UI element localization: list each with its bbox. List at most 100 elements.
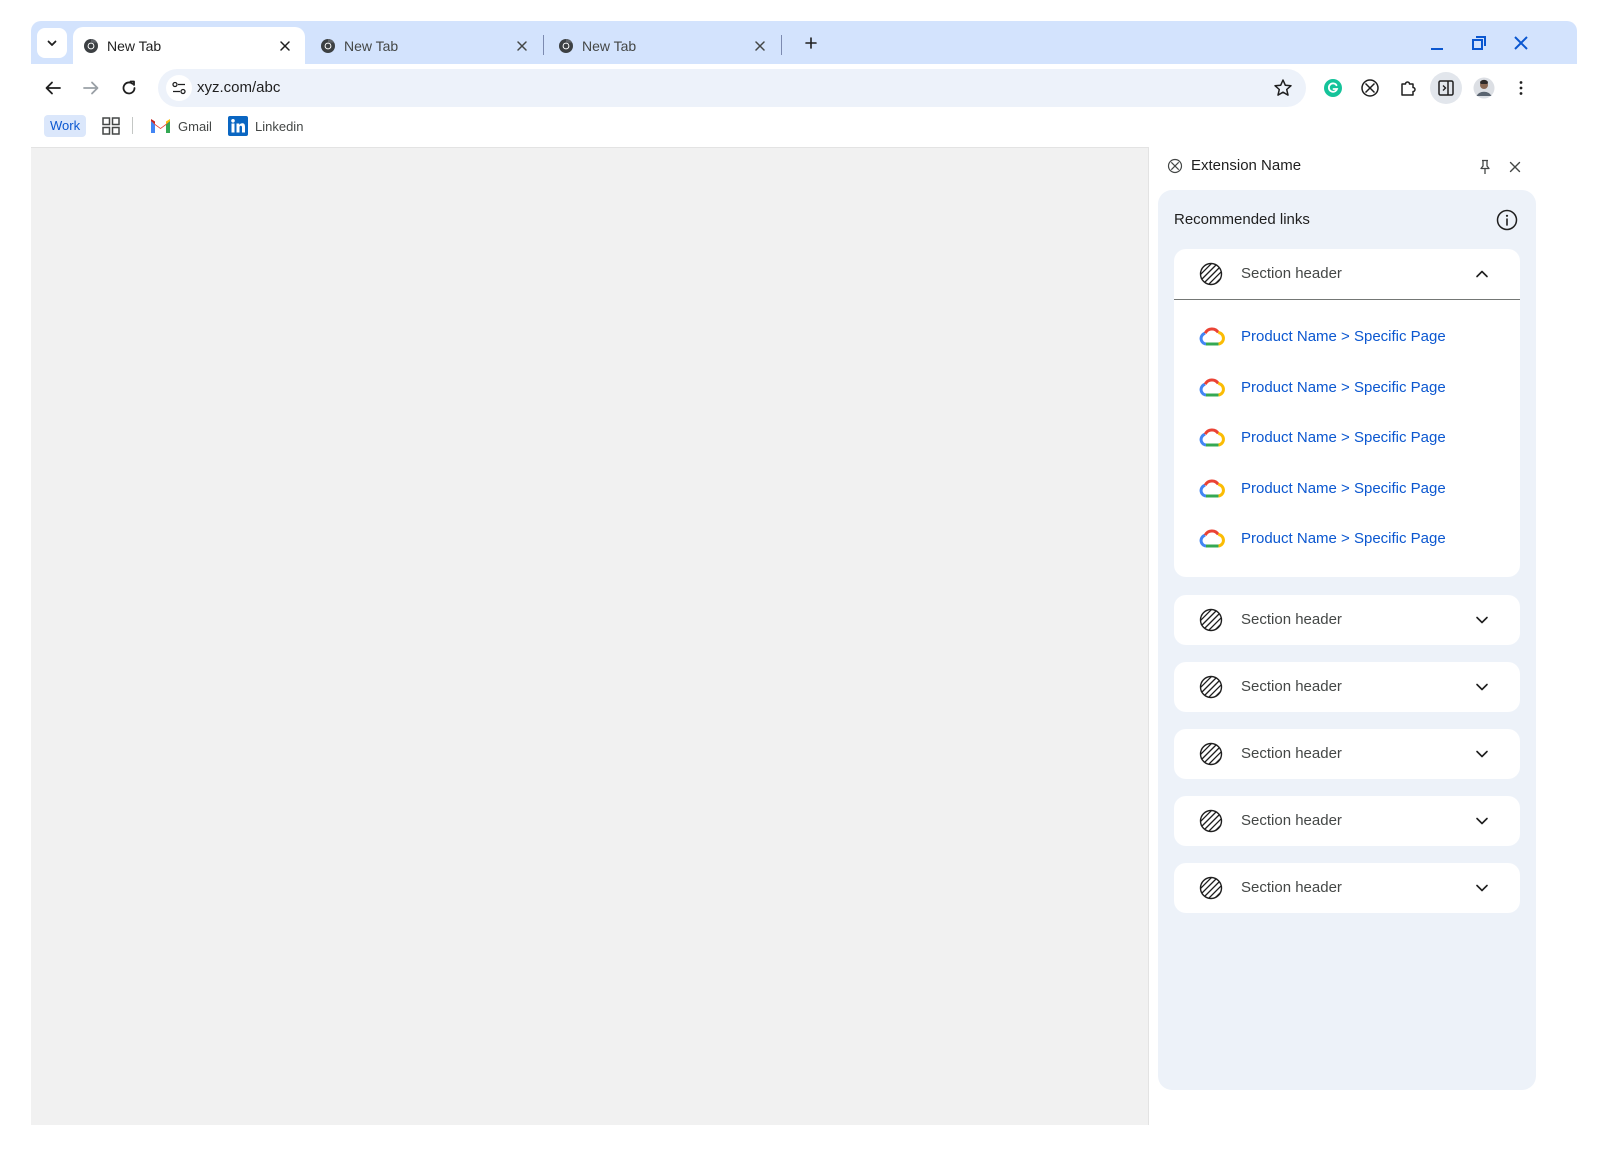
avatar — [1473, 77, 1495, 99]
chevron-down-icon[interactable] — [1470, 608, 1494, 632]
toolbar: xyz.com/abc — [31, 64, 1577, 112]
pin-button[interactable] — [1474, 156, 1496, 178]
link-item[interactable]: Product Name > Specific Page — [1174, 514, 1520, 565]
restore-icon — [1472, 36, 1486, 50]
address-bar[interactable]: xyz.com/abc — [158, 69, 1306, 107]
extension-button[interactable] — [1354, 72, 1386, 104]
chevron-down-icon[interactable] — [1470, 675, 1494, 699]
bookmarks-bar: Work Gmail Linkedin — [31, 112, 1577, 146]
section-header-label: Section header — [1241, 265, 1342, 282]
grammarly-extension-button[interactable] — [1317, 72, 1349, 104]
side-panel-button[interactable] — [1430, 72, 1462, 104]
site-info-button[interactable] — [166, 75, 192, 101]
link-item[interactable]: Product Name > Specific Page — [1174, 413, 1520, 464]
tab-separator — [543, 35, 544, 55]
section-header[interactable]: Section header — [1174, 662, 1520, 712]
chevron-down-icon[interactable] — [1470, 809, 1494, 833]
tab-title: New Tab — [582, 37, 637, 54]
minimize-button[interactable] — [1425, 31, 1449, 55]
tab-1[interactable]: New Tab — [73, 27, 305, 64]
apps-grid-icon[interactable] — [101, 116, 121, 136]
recommended-links-card: Recommended links Section header Product… — [1158, 190, 1536, 1090]
section-header-label: Section header — [1241, 812, 1342, 829]
section-collapsed[interactable]: Section header — [1174, 662, 1520, 712]
section-collapsed[interactable]: Section header — [1174, 729, 1520, 779]
link-list: Product Name > Specific Page Product Nam… — [1174, 300, 1520, 565]
placeholder-hatched-icon — [1199, 742, 1223, 766]
profile-button[interactable] — [1468, 72, 1500, 104]
restore-button[interactable] — [1467, 31, 1491, 55]
chrome-menu-button[interactable] — [1505, 72, 1537, 104]
reload-icon — [122, 80, 136, 95]
bookmark-divider — [132, 117, 133, 134]
side-panel-header: Extension Name — [1151, 147, 1577, 187]
extension-placeholder-icon — [1361, 79, 1379, 97]
section-header[interactable]: Section header — [1174, 249, 1520, 299]
chevron-down-icon[interactable] — [1470, 876, 1494, 900]
section-header-label: Section header — [1241, 611, 1342, 628]
browser-window: New Tab New Tab New Tab xyz.com/abc Work… — [31, 21, 1577, 1125]
chevron-up-icon[interactable] — [1470, 262, 1494, 286]
tab-close-button[interactable] — [750, 36, 770, 56]
placeholder-hatched-icon — [1199, 675, 1223, 699]
section-collapsed[interactable]: Section header — [1174, 595, 1520, 645]
chrome-icon — [321, 38, 335, 53]
chevron-down-icon[interactable] — [1470, 742, 1494, 766]
tab-close-button[interactable] — [512, 36, 532, 56]
tab-close-button[interactable] — [275, 36, 295, 56]
link-item[interactable]: Product Name > Specific Page — [1174, 312, 1520, 363]
close-window-button[interactable] — [1509, 31, 1533, 55]
chrome-icon — [559, 38, 573, 53]
section-header[interactable]: Section header — [1174, 863, 1520, 913]
arrow-right-icon — [83, 81, 99, 95]
bookmark-linkedin[interactable]: Linkedin — [228, 114, 303, 138]
extensions-menu-button[interactable] — [1392, 72, 1424, 104]
info-icon — [1496, 209, 1518, 231]
star-icon — [1274, 79, 1292, 96]
bookmark-label: Linkedin — [255, 118, 304, 134]
tune-icon — [172, 81, 186, 95]
section-collapsed[interactable]: Section header — [1174, 796, 1520, 846]
link-label[interactable]: Product Name > Specific Page — [1241, 379, 1446, 396]
bookmark-gmail[interactable]: Gmail — [150, 114, 212, 138]
pin-icon — [1480, 159, 1490, 174]
chevron-down-icon — [47, 40, 57, 46]
section-header[interactable]: Section header — [1174, 729, 1520, 779]
tab-search-button[interactable] — [37, 28, 67, 58]
link-item[interactable]: Product Name > Specific Page — [1174, 363, 1520, 414]
section-header-label: Section header — [1241, 879, 1342, 896]
tab-3[interactable]: New Tab — [548, 27, 780, 64]
link-item[interactable]: Product Name > Specific Page — [1174, 464, 1520, 515]
puzzle-icon — [1401, 81, 1416, 96]
side-panel: Extension Name Recommended links Section… — [1151, 147, 1577, 1125]
grammarly-icon — [1324, 79, 1342, 97]
more-vertical-icon — [1519, 81, 1523, 95]
google-cloud-icon — [1199, 529, 1225, 548]
bookmark-star-button[interactable] — [1272, 77, 1294, 99]
extension-placeholder-icon — [1167, 158, 1183, 174]
reload-button[interactable] — [113, 72, 145, 104]
section-collapsed[interactable]: Section header — [1174, 863, 1520, 913]
close-icon — [755, 40, 765, 51]
page-content — [31, 147, 1149, 1125]
new-tab-button[interactable] — [800, 32, 822, 54]
placeholder-hatched-icon — [1199, 262, 1223, 286]
section-header[interactable]: Section header — [1174, 595, 1520, 645]
plus-icon — [805, 37, 817, 49]
google-cloud-icon — [1199, 428, 1225, 447]
info-button[interactable] — [1495, 208, 1519, 232]
side-panel-close-button[interactable] — [1504, 156, 1526, 178]
section-header-label: Section header — [1241, 678, 1342, 695]
tab-2[interactable]: New Tab — [310, 27, 542, 64]
link-label[interactable]: Product Name > Specific Page — [1241, 480, 1446, 497]
link-label[interactable]: Product Name > Specific Page — [1241, 328, 1446, 345]
bookmark-label: Gmail — [178, 118, 212, 134]
forward-button[interactable] — [75, 72, 107, 104]
close-icon — [517, 40, 527, 51]
back-button[interactable] — [37, 72, 69, 104]
tab-strip: New Tab New Tab New Tab — [31, 21, 1577, 64]
section-header[interactable]: Section header — [1174, 796, 1520, 846]
link-label[interactable]: Product Name > Specific Page — [1241, 530, 1446, 547]
bookmark-folder-work[interactable]: Work — [44, 115, 87, 137]
link-label[interactable]: Product Name > Specific Page — [1241, 429, 1446, 446]
